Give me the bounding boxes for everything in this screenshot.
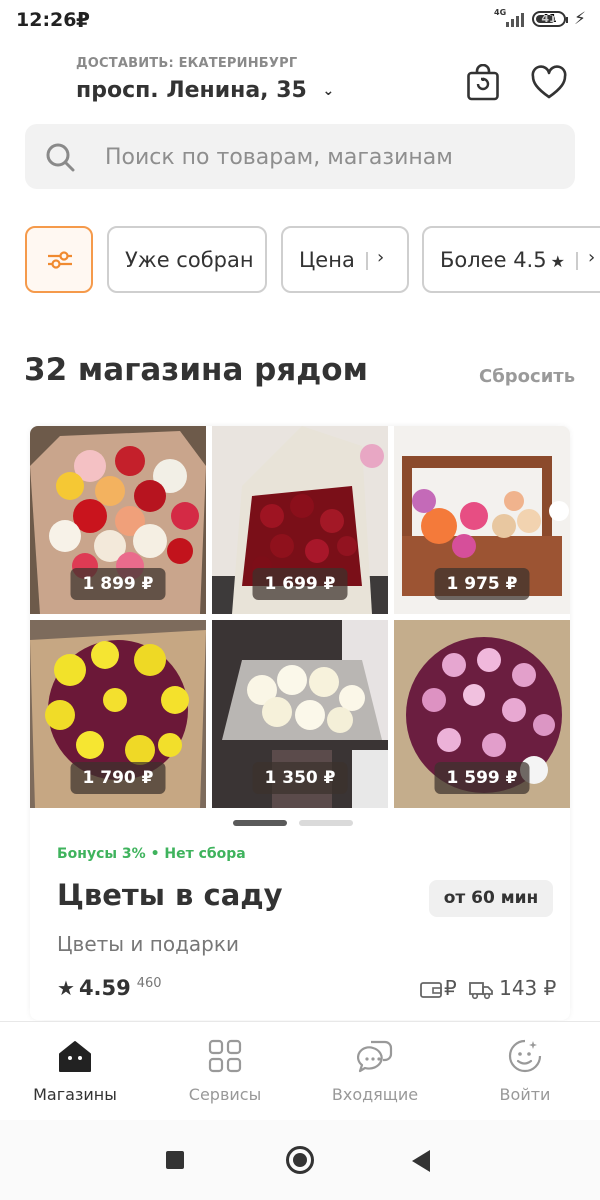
delivery-price: 143 ₽ [499,976,557,1000]
product-photo[interactable]: 1 790 ₽ [30,620,206,808]
system-navigation-bar [0,1120,600,1200]
carousel-indicator [233,820,363,826]
filter-chip-ready[interactable]: Уже собран [107,226,267,293]
filter-chip-price[interactable]: Цена › [281,226,409,293]
back-button[interactable] [412,1150,430,1172]
store-name: Цветы в саду [57,878,283,912]
product-photo[interactable]: 1 899 ₽ [30,426,206,614]
carousel-dot[interactable] [299,820,353,826]
price-badge: 1 899 ₽ [70,568,166,600]
filter-chip-label: Уже собран [125,248,254,272]
reset-button[interactable]: Сбросить [479,366,575,387]
price-badge: 1 975 ₽ [434,568,530,600]
filter-chips: Уже собран Цена › Более 4.5 ★ › [25,226,600,293]
store-rating: ★ 4.59 460 [57,976,162,1000]
favorites-heart-icon[interactable] [530,64,568,102]
chevron-right-icon: › [377,247,385,268]
tab-label: Магазины [33,1085,117,1104]
tab-stores[interactable]: Магазины [0,1022,150,1121]
wallet-icon [420,981,442,998]
reviews-count: 460 [136,976,162,991]
delivery-info: ₽ 143 ₽ [420,976,556,1000]
results-title: 32 магазина рядом [24,352,368,388]
search-bar[interactable] [25,124,575,189]
signal-icon [504,11,524,27]
chat-icon [357,1040,393,1073]
address-text: просп. Ленина, 35 [76,78,307,103]
tab-label: Входящие [331,1085,419,1104]
divider [366,252,368,270]
product-photo[interactable]: 1 599 ₽ [394,620,570,808]
recent-apps-button[interactable] [166,1151,184,1169]
rating-value: 4.59 [78,976,131,1000]
star-icon: ★ [57,976,75,1000]
sliders-icon [48,251,72,269]
search-icon [46,143,75,172]
tab-label: Войти [499,1085,551,1104]
home-button[interactable] [286,1146,314,1174]
price-badge: 1 790 ₽ [70,762,166,794]
address-selector[interactable]: просп. Ленина, 35 ⌄ [76,78,334,103]
shopping-bag-icon[interactable] [466,63,500,102]
delivery-time-badge: от 60 мин [429,880,553,917]
carousel-dot-active [233,820,287,826]
bottom-tab-bar: Магазины Сервисы Входящие Войти [0,1021,600,1121]
battery-level: 41 [541,12,557,25]
tab-label: Сервисы [188,1085,262,1104]
chevron-right-icon: › [588,247,596,268]
delivery-truck-icon [468,981,493,999]
tab-inbox[interactable]: Входящие [300,1022,450,1121]
charging-icon: ⚡ [574,9,586,29]
price-badge: 1 699 ₽ [252,568,348,600]
notification-icon: ₽ [76,8,90,32]
user-icon [508,1039,542,1073]
divider [576,252,578,270]
star-icon: ★ [550,252,565,271]
product-photo[interactable]: 1 975 ₽ [394,426,570,614]
status-bar: 12:26 ₽ 4G 41 ⚡ [0,0,600,40]
filter-chip-label: Цена [299,248,355,272]
deliver-city-label: ДОСТАВИТЬ: ЕКАТЕРИНБУРГ [76,56,298,71]
filter-chip-rating[interactable]: Более 4.5 ★ › [422,226,600,293]
store-category: Цветы и подарки [57,932,239,956]
grid-icon [208,1039,242,1073]
store-promo: Бонусы 3% • Нет сбора [57,846,246,862]
price-badge: 1 350 ₽ [252,762,348,794]
tab-login[interactable]: Войти [450,1022,600,1121]
tab-services[interactable]: Сервисы [150,1022,300,1121]
filters-button[interactable] [25,226,93,293]
product-photo[interactable]: 1 699 ₽ [212,426,388,614]
price-badge: 1 599 ₽ [434,762,530,794]
search-input[interactable] [103,134,557,180]
product-photo[interactable]: 1 350 ₽ [212,620,388,808]
payment-currency: ₽ [444,976,457,1000]
home-icon [59,1041,91,1072]
chevron-down-icon: ⌄ [322,83,335,99]
store-card[interactable]: 1 899 ₽ 1 699 ₽ 1 975 ₽ 1 790 ₽ 1 350 ₽ … [30,426,570,1020]
status-time: 12:26 [16,9,77,31]
filter-chip-label: Более 4.5 [440,248,547,272]
battery-icon: 41 [532,11,568,27]
